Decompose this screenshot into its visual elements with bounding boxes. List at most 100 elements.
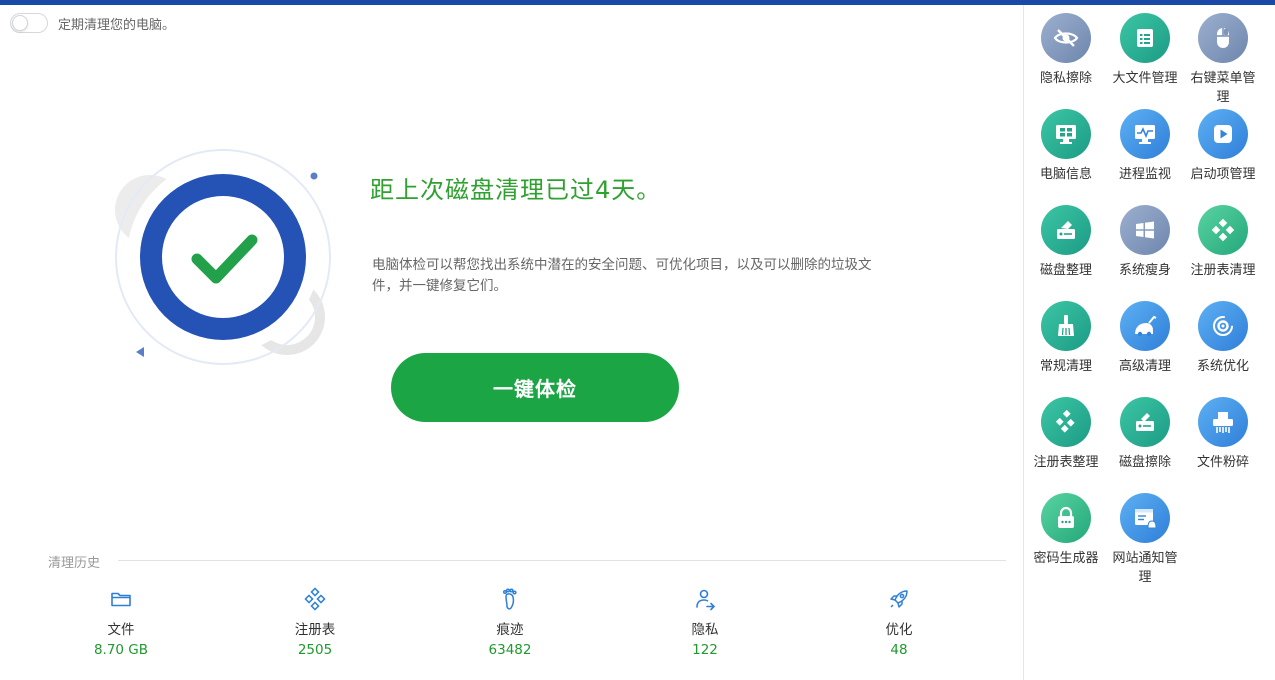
tool-large-file-manager[interactable]: 大文件管理 bbox=[1110, 13, 1180, 88]
tool-disk-defrag[interactable]: 磁盘整理 bbox=[1031, 205, 1101, 280]
tool-icon-circle bbox=[1198, 301, 1248, 351]
registry-blocks-icon bbox=[1055, 409, 1075, 433]
tool-label: 电脑信息 bbox=[1039, 167, 1092, 182]
tool-system-optimize[interactable]: 系统优化 bbox=[1188, 301, 1258, 376]
tool-label: 右键菜单管理 bbox=[1190, 71, 1256, 105]
folder-icon bbox=[111, 592, 131, 607]
stat-files: 文件 8.70 GB bbox=[61, 587, 181, 658]
stat-value: 122 bbox=[692, 642, 718, 658]
tool-label: 磁盘整理 bbox=[1039, 263, 1092, 278]
gear-cycle-icon bbox=[1213, 316, 1233, 336]
tool-icon-circle bbox=[1120, 109, 1170, 159]
tool-label: 注册表清理 bbox=[1190, 263, 1256, 278]
tool-icon-circle bbox=[1120, 493, 1170, 543]
history-title: 清理历史 bbox=[48, 556, 101, 571]
history-divider bbox=[118, 560, 1006, 561]
tool-password-generator[interactable]: 密码生成器 bbox=[1031, 493, 1101, 568]
tool-icon-circle bbox=[1041, 205, 1091, 255]
stat-optimize: 优化 48 bbox=[839, 587, 959, 658]
sidebar-divider bbox=[1023, 5, 1024, 680]
mouse-icon bbox=[1217, 28, 1229, 48]
schedule-toggle-row: 定期清理您的电脑。 bbox=[10, 13, 175, 33]
tool-icon-circle bbox=[1041, 301, 1091, 351]
stat-label: 注册表 bbox=[294, 622, 336, 638]
headline: 距上次磁盘清理已过4天。 bbox=[370, 176, 662, 204]
tool-regular-clean[interactable]: 常规清理 bbox=[1031, 301, 1101, 376]
main-panel: 定期清理您的电脑。 距上次磁盘清理已过4天。 电脑体检可以帮您找出系统中潜在的安… bbox=[0, 5, 1023, 680]
play-icon bbox=[1214, 125, 1232, 143]
tool-label: 系统瘦身 bbox=[1118, 263, 1171, 278]
eye-slash-icon bbox=[1053, 29, 1079, 47]
rocket-icon bbox=[890, 590, 908, 608]
tool-icon-circle bbox=[1198, 397, 1248, 447]
tool-icon-circle bbox=[1120, 397, 1170, 447]
file-list-icon bbox=[1137, 29, 1153, 47]
stat-value: 2505 bbox=[297, 642, 333, 658]
stat-registry: 注册表 2505 bbox=[255, 587, 375, 658]
tool-label: 磁盘擦除 bbox=[1118, 455, 1171, 470]
shredder-icon bbox=[1213, 412, 1233, 433]
tool-label: 密码生成器 bbox=[1033, 551, 1099, 566]
stat-label: 痕迹 bbox=[496, 622, 524, 638]
tool-pc-info[interactable]: 电脑信息 bbox=[1031, 109, 1101, 184]
tool-label: 常规清理 bbox=[1039, 359, 1092, 374]
tool-label: 系统优化 bbox=[1196, 359, 1249, 374]
disk-icon bbox=[1057, 221, 1075, 239]
stat-traces: 痕迹 63482 bbox=[450, 587, 570, 658]
tool-label: 启动项管理 bbox=[1190, 167, 1256, 182]
tool-startup-manager[interactable]: 启动项管理 bbox=[1188, 109, 1258, 184]
checkmark-hero-icon bbox=[115, 149, 331, 365]
tool-label: 网站通知管理 bbox=[1112, 551, 1178, 585]
tool-advanced-clean[interactable]: 高级清理 bbox=[1110, 301, 1180, 376]
tool-icon-circle bbox=[1198, 109, 1248, 159]
tool-icon-circle bbox=[1198, 13, 1248, 63]
tool-file-shredder[interactable]: 文件粉碎 bbox=[1188, 397, 1258, 472]
tool-icon-circle bbox=[1198, 205, 1248, 255]
stat-value: 48 bbox=[890, 642, 908, 658]
stat-label: 隐私 bbox=[691, 622, 719, 638]
tool-label: 大文件管理 bbox=[1112, 71, 1178, 86]
tool-icon-circle bbox=[1120, 13, 1170, 63]
schedule-toggle[interactable] bbox=[10, 13, 48, 33]
broom-icon bbox=[1058, 315, 1074, 336]
monitor-grid-icon bbox=[1056, 125, 1076, 144]
lock-icon bbox=[1058, 506, 1074, 528]
monitor-pulse-icon bbox=[1135, 125, 1155, 144]
stat-label: 优化 bbox=[885, 622, 913, 638]
tool-registry-clean[interactable]: 注册表清理 bbox=[1188, 205, 1258, 280]
tool-icon-circle bbox=[1041, 493, 1091, 543]
vacuum-icon bbox=[1135, 315, 1157, 337]
schedule-toggle-label: 定期清理您的电脑。 bbox=[58, 17, 176, 33]
tool-label: 进程监视 bbox=[1118, 167, 1171, 182]
browser-bell-icon bbox=[1135, 509, 1157, 529]
tool-privacy-erase[interactable]: 隐私擦除 bbox=[1031, 13, 1101, 88]
tool-disk-erase[interactable]: 磁盘擦除 bbox=[1110, 397, 1180, 472]
windows-icon bbox=[1136, 221, 1154, 239]
tool-icon-circle bbox=[1120, 205, 1170, 255]
footprint-icon bbox=[502, 588, 517, 610]
privacy-user-icon bbox=[696, 589, 716, 611]
tool-label: 隐私擦除 bbox=[1039, 71, 1092, 86]
tool-system-slim[interactable]: 系统瘦身 bbox=[1110, 205, 1180, 280]
tool-registry-defrag[interactable]: 注册表整理 bbox=[1031, 397, 1101, 472]
tool-icon-circle bbox=[1041, 397, 1091, 447]
tool-label: 文件粉碎 bbox=[1196, 455, 1249, 470]
tool-context-menu-manager[interactable]: 右键菜单管理 bbox=[1188, 13, 1258, 107]
tool-icon-circle bbox=[1120, 301, 1170, 351]
registry-icon bbox=[304, 587, 326, 611]
stat-privacy: 隐私 122 bbox=[645, 587, 765, 658]
tool-icon-circle bbox=[1041, 109, 1091, 159]
stat-value: 8.70 GB bbox=[93, 642, 149, 658]
tool-label: 注册表整理 bbox=[1033, 455, 1099, 470]
registry-diamond-icon bbox=[1211, 218, 1235, 242]
tool-site-notification-manager[interactable]: 网站通知管理 bbox=[1110, 493, 1180, 587]
stat-label: 文件 bbox=[107, 622, 135, 638]
one-click-scan-button[interactable]: 一键体检 bbox=[391, 353, 679, 422]
tool-label: 高级清理 bbox=[1118, 359, 1171, 374]
tool-process-monitor[interactable]: 进程监视 bbox=[1110, 109, 1180, 184]
stat-value: 63482 bbox=[488, 642, 532, 658]
disk-erase-icon bbox=[1136, 413, 1154, 431]
tool-icon-circle bbox=[1041, 13, 1091, 63]
toggle-knob bbox=[12, 15, 28, 31]
description: 电脑体检可以帮您找出系统中潜在的安全问题、可优化项目，以及可以删除的垃圾文件，并… bbox=[372, 257, 872, 294]
